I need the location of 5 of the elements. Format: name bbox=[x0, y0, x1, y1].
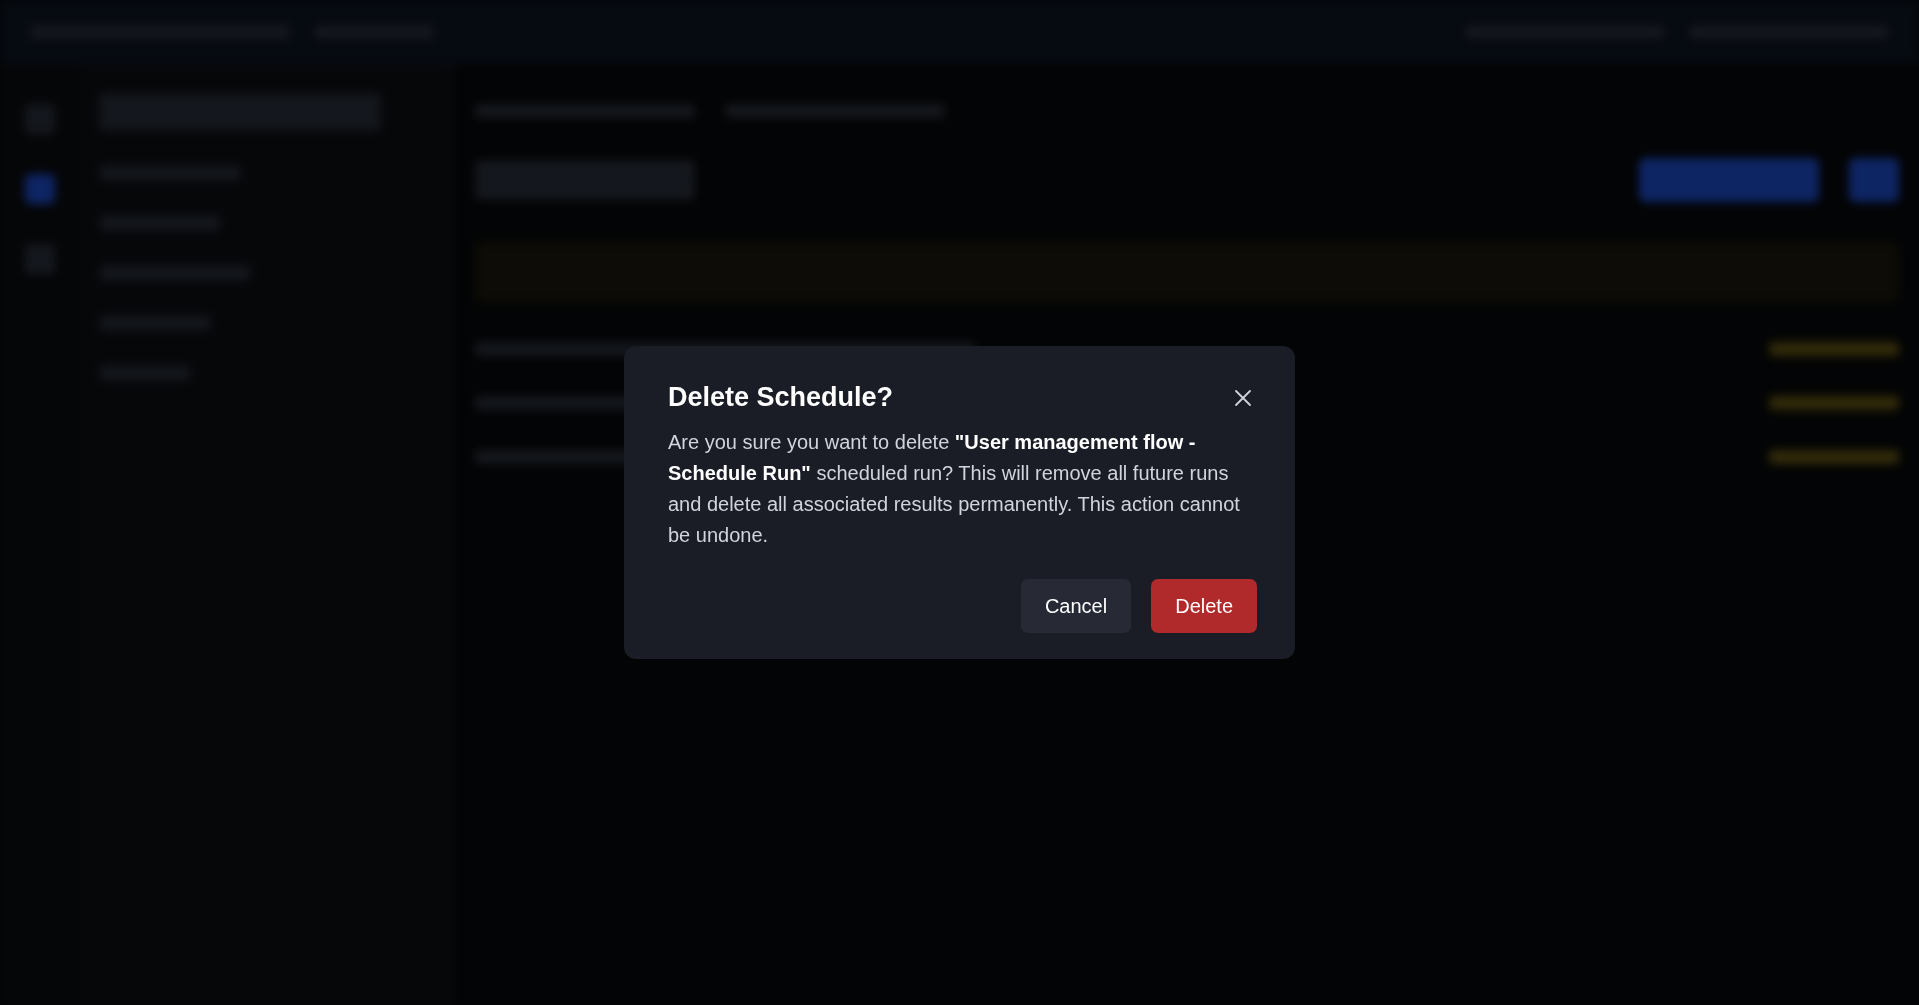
delete-button[interactable]: Delete bbox=[1151, 579, 1257, 633]
dialog-message: Are you sure you want to delete "User management flow - Schedule Run" scheduled run? This will remove all future runs and delete all associated results permanently. This action cannot be undone. bbox=[668, 430, 1241, 548]
cancel-button[interactable]: Cancel bbox=[1020, 579, 1132, 633]
dialog-title: Delete Schedule? bbox=[668, 382, 894, 413]
close-icon[interactable] bbox=[1233, 387, 1253, 408]
